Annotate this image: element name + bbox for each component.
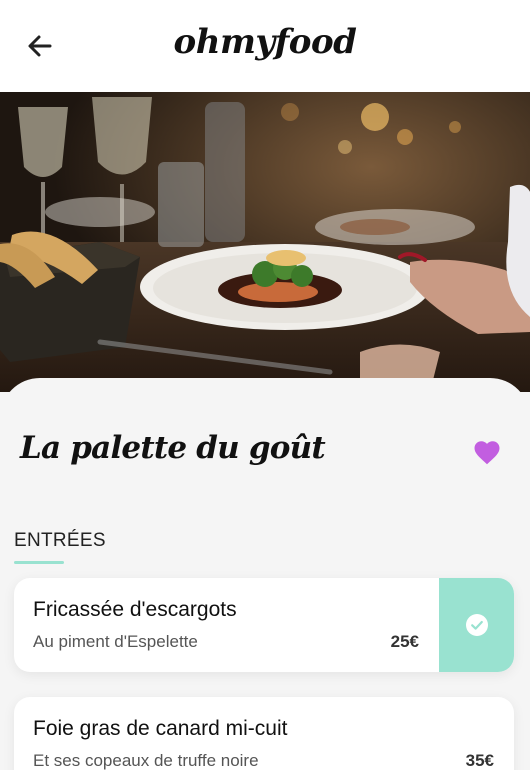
- dish-name: Fricassée d'escargots: [33, 598, 237, 621]
- menu-section-title: ENTRÉES: [14, 530, 106, 551]
- app-logo: ohmyfood: [173, 22, 357, 62]
- dish-price: 25€: [390, 632, 419, 651]
- dish-name: Foie gras de canard mi-cuit: [33, 717, 288, 740]
- heart-icon: [474, 441, 500, 465]
- dish-selected-indicator[interactable]: [439, 578, 514, 672]
- dish-card[interactable]: Foie gras de canard mi-cuit Et ses copea…: [14, 697, 514, 770]
- favorite-button[interactable]: [472, 438, 502, 468]
- check-circle-icon: [465, 614, 488, 636]
- section-underline: [14, 561, 64, 564]
- restaurant-hero-image: [0, 92, 530, 392]
- dish-description: Et ses copeaux de truffe noire: [33, 751, 259, 770]
- dish-description: Au piment d'Espelette: [33, 632, 198, 651]
- restaurant-menu-panel: La palette du goût ENTRÉES Fricassée d'e…: [0, 378, 530, 770]
- dish-card[interactable]: Fricassée d'escargots Au piment d'Espele…: [14, 578, 514, 672]
- restaurant-title: La palette du goût: [20, 430, 326, 466]
- dish-price: 35€: [465, 751, 494, 770]
- app-header: ohmyfood: [0, 0, 530, 92]
